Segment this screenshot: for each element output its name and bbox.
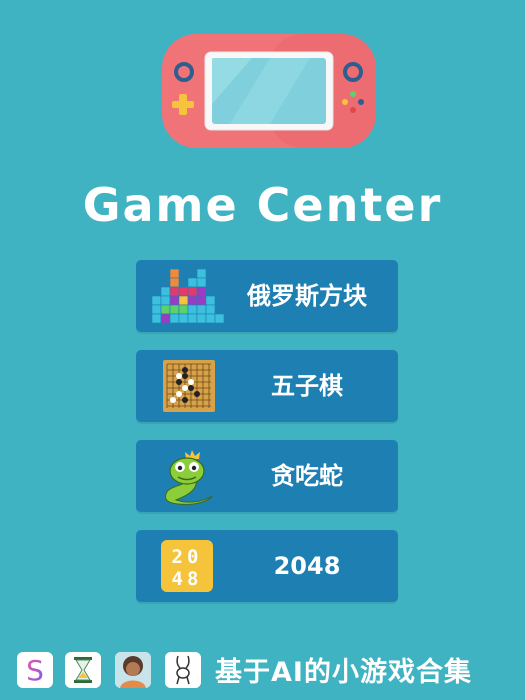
s-logo-letter: S — [26, 654, 44, 687]
snake-button[interactable]: 贪吃蛇 — [136, 440, 398, 512]
app-title: Game Center — [82, 178, 443, 232]
2048-tile-icon: 20 48 — [161, 540, 213, 592]
2048-tile-bottom: 48 — [172, 568, 203, 590]
snake-label: 贪吃蛇 — [271, 462, 343, 490]
s-logo-icon[interactable]: S — [17, 652, 53, 688]
gomoku-label: 五子棋 — [271, 372, 343, 400]
snake-icon — [165, 450, 213, 505]
2048-label: 2048 — [273, 552, 341, 580]
game-console-logo — [162, 34, 376, 148]
hourglass-icon[interactable] — [65, 652, 101, 688]
tetris-label: 俄罗斯方块 — [247, 282, 367, 310]
gomoku-button[interactable]: 五子棋 — [136, 350, 398, 422]
avatar-icon[interactable] — [115, 652, 151, 688]
2048-button[interactable]: 20 48 2048 — [136, 530, 398, 602]
tetris-button[interactable]: 俄罗斯方块 — [136, 260, 398, 332]
rabbit-icon[interactable] — [165, 652, 201, 688]
tetris-icon — [152, 269, 224, 323]
gomoku-board-icon — [163, 360, 215, 412]
tagline: 基于AI的小游戏合集 — [215, 657, 472, 688]
2048-tile-top: 20 — [172, 546, 203, 568]
